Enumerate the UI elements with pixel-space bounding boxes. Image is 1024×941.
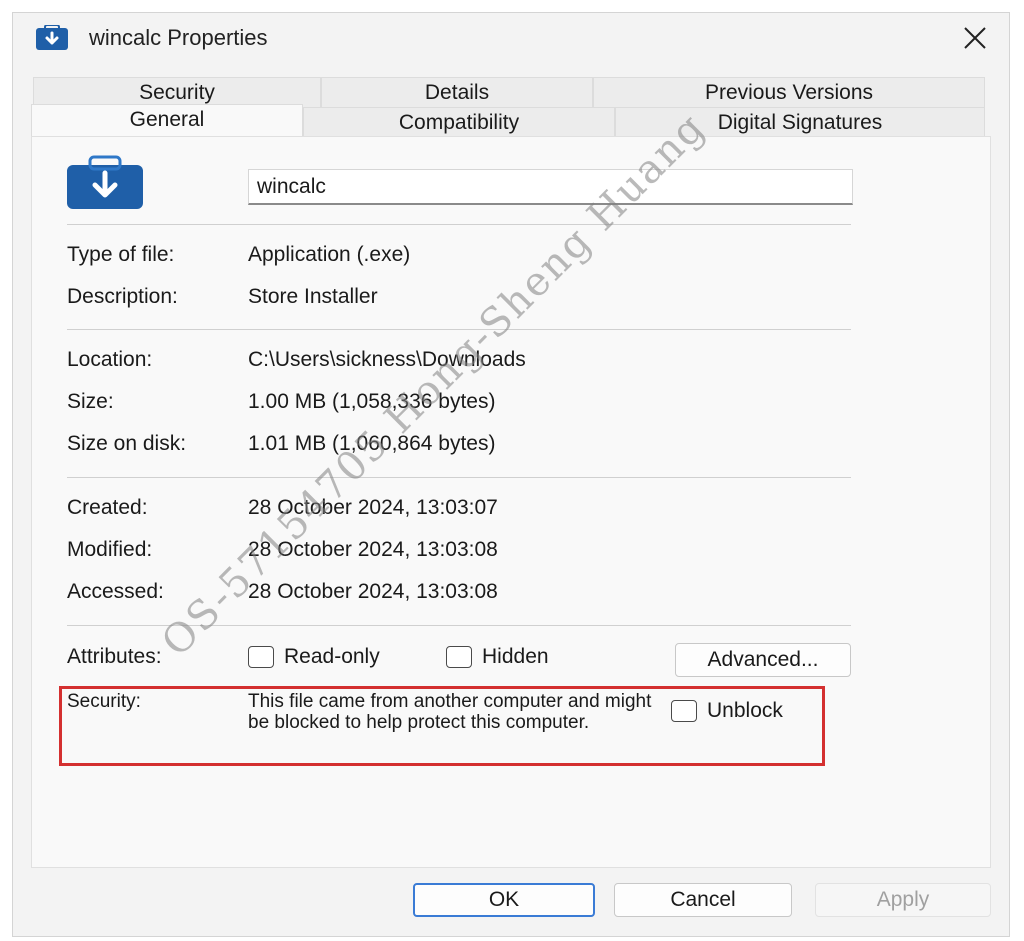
unblock-checkbox[interactable]: Unblock <box>671 699 783 723</box>
accessed-label: Accessed: <box>67 580 164 603</box>
created-label: Created: <box>67 496 148 519</box>
close-button[interactable] <box>955 21 995 55</box>
hidden-checkbox[interactable]: Hidden <box>446 645 549 669</box>
size-value: 1.00 MB (1,058,336 bytes) <box>248 390 496 413</box>
separator <box>67 625 851 626</box>
accessed-value: 28 October 2024, 13:03:08 <box>248 580 498 603</box>
modified-value: 28 October 2024, 13:03:08 <box>248 538 498 561</box>
attributes-label: Attributes: <box>67 645 162 668</box>
description-label: Description: <box>67 285 178 308</box>
separator <box>67 224 851 225</box>
checkbox-box <box>671 700 697 722</box>
properties-dialog: wincalc Properties Security Details Prev… <box>12 12 1010 937</box>
checkbox-box <box>248 646 274 668</box>
location-label: Location: <box>67 348 153 371</box>
security-label: Security: <box>67 691 141 712</box>
size-label: Size: <box>67 390 114 413</box>
window-title: wincalc Properties <box>89 25 268 50</box>
advanced-button[interactable]: Advanced... <box>675 643 851 677</box>
hidden-label: Hidden <box>482 645 549 668</box>
apply-button[interactable]: Apply <box>815 883 991 917</box>
tab-general[interactable]: General <box>31 104 303 136</box>
description-value: Store Installer <box>248 285 378 308</box>
checkbox-box <box>446 646 472 668</box>
close-icon <box>964 27 986 49</box>
ok-button[interactable]: OK <box>413 883 595 917</box>
tab-compatibility[interactable]: Compatibility <box>303 107 615 137</box>
tab-previous-versions[interactable]: Previous Versions <box>593 77 985 107</box>
modified-label: Modified: <box>67 538 153 561</box>
size-on-disk-value: 1.01 MB (1,060,864 bytes) <box>248 432 496 455</box>
separator <box>67 329 851 330</box>
readonly-label: Read-only <box>284 645 380 668</box>
unblock-label: Unblock <box>707 699 783 722</box>
installer-file-icon <box>67 155 143 209</box>
readonly-checkbox[interactable]: Read-only <box>248 645 380 669</box>
type-value: Application (.exe) <box>248 243 411 266</box>
tab-details[interactable]: Details <box>321 77 593 107</box>
type-label: Type of file: <box>67 243 175 266</box>
created-value: 28 October 2024, 13:03:07 <box>248 496 498 519</box>
tab-digital-signatures[interactable]: Digital Signatures <box>615 107 985 137</box>
tab-security[interactable]: Security <box>33 77 321 107</box>
security-message: This file came from another computer and… <box>248 691 652 733</box>
location-value: C:\Users\sickness\Downloads <box>248 348 526 371</box>
cancel-button[interactable]: Cancel <box>614 883 792 917</box>
title-bar: wincalc Properties <box>13 13 1009 63</box>
size-on-disk-label: Size on disk: <box>67 432 187 455</box>
download-box-icon <box>36 25 68 50</box>
separator <box>67 477 851 478</box>
file-name-input[interactable] <box>248 169 853 205</box>
